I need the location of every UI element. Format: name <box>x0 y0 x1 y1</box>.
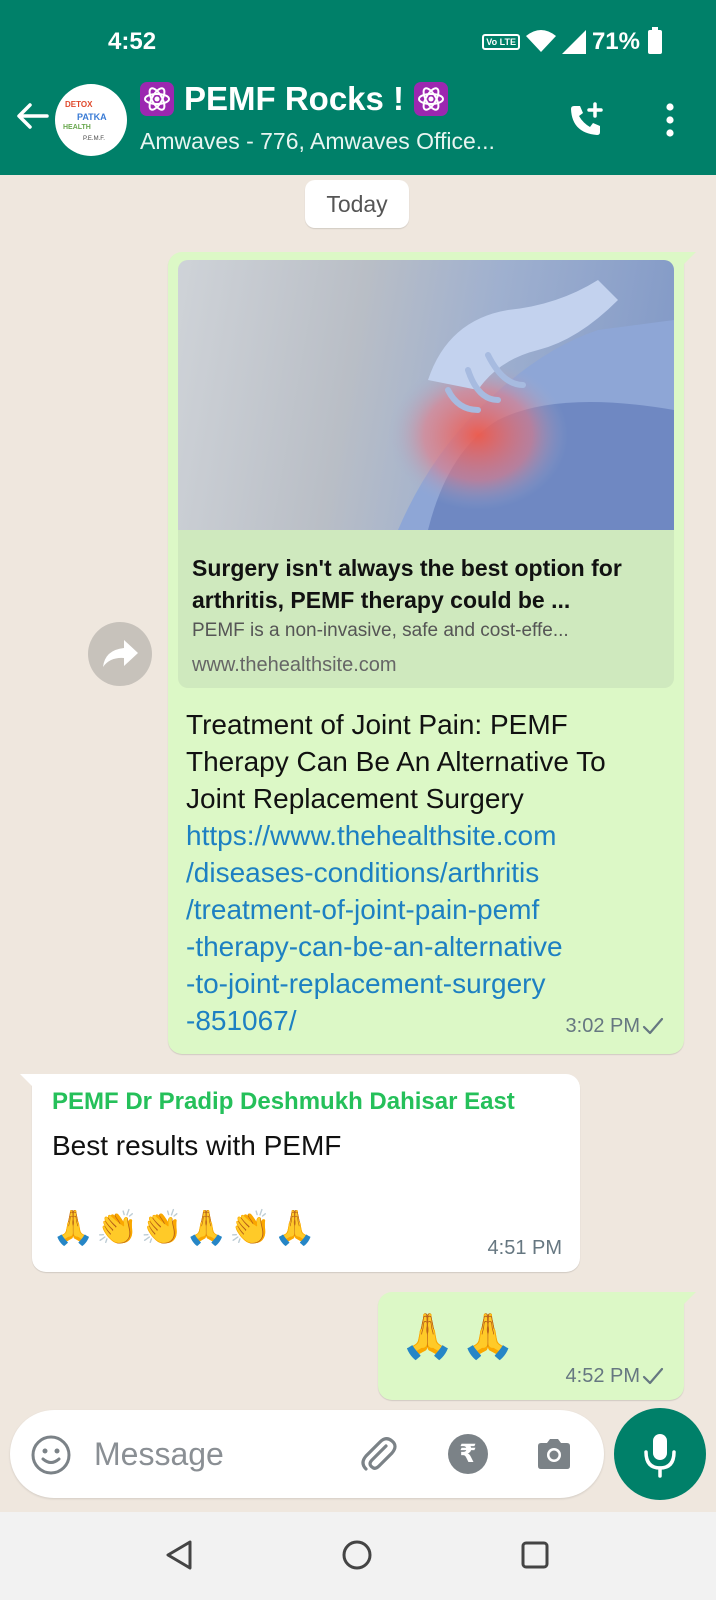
more-options-icon[interactable] <box>660 100 680 140</box>
chat-title[interactable]: PEMF Rocks ! <box>140 80 449 118</box>
status-bar: 4:52 Vo LTE 71% <box>0 24 716 60</box>
status-icons: Vo LTE 71% <box>482 27 662 56</box>
message-text: Treatment of Joint Pain: PEMF Therapy Ca… <box>186 709 606 814</box>
message-input[interactable] <box>94 1428 334 1480</box>
message-bubble-outgoing[interactable]: 🙏🙏 4:52 PM <box>378 1292 696 1400</box>
nav-home-icon[interactable] <box>340 1538 374 1572</box>
atom-symbol-icon <box>414 82 449 116</box>
bubble-tail <box>20 1074 34 1088</box>
volte-icon: Vo LTE <box>482 34 520 50</box>
avatar-word: HEALTH <box>63 124 91 131</box>
message-time: 3:02 PM <box>565 1015 640 1037</box>
preview-domain: www.thehealthsite.com <box>192 654 397 676</box>
preview-title: Surgery isn't always the best option for… <box>192 555 622 613</box>
chat-title-text: PEMF Rocks ! <box>184 80 405 117</box>
avatar-word: P.E.M.F. <box>83 136 105 142</box>
message-emoji: 🙏🙏 <box>400 1312 522 1361</box>
back-arrow-icon[interactable] <box>14 98 50 134</box>
bubble-tail <box>682 252 696 266</box>
forward-icon <box>103 640 138 667</box>
message-composer: ₹ <box>10 1410 604 1498</box>
signal-icon <box>561 30 586 54</box>
chat-subtitle[interactable]: Amwaves - 776, Amwaves Office... <box>140 128 495 155</box>
voice-record-button[interactable] <box>614 1408 706 1500</box>
attach-icon[interactable] <box>356 1432 400 1476</box>
system-navigation-bar <box>0 1512 716 1600</box>
battery-icon <box>648 27 662 54</box>
sender-name[interactable]: PEMF Dr Pradip Deshmukh Dahisar East <box>52 1088 515 1116</box>
link-preview[interactable]: Surgery isn't always the best option for… <box>178 260 674 688</box>
message-emoji: 🙏👏👏🙏👏🙏 <box>52 1209 319 1247</box>
add-call-icon[interactable] <box>566 100 606 140</box>
camera-icon[interactable] <box>534 1434 574 1474</box>
battery-percent: 71% <box>591 28 640 55</box>
sent-tick-icon <box>642 1017 664 1035</box>
preview-image <box>178 260 674 530</box>
message-link[interactable]: https://www.thehealthsite.com /diseases-… <box>186 817 656 1039</box>
avatar-word: DETOX <box>65 100 93 109</box>
chat-header: 4:52 Vo LTE 71% DETOX PATKA HEALTH P.E.M… <box>0 0 716 175</box>
date-chip: Today <box>305 180 409 228</box>
rupee-payment-icon[interactable]: ₹ <box>448 1434 488 1474</box>
message-time: 4:52 PM <box>565 1365 640 1387</box>
nav-back-icon[interactable] <box>162 1538 196 1572</box>
sent-tick-icon <box>642 1367 664 1385</box>
emoji-icon[interactable] <box>30 1434 72 1476</box>
wifi-icon <box>525 30 556 52</box>
bubble-tail <box>682 1292 696 1306</box>
message-text: Best results with PEMF <box>52 1130 342 1161</box>
status-time: 4:52 <box>108 28 157 55</box>
message-bubble-outgoing[interactable]: Surgery isn't always the best option for… <box>168 252 696 1054</box>
group-avatar[interactable]: DETOX PATKA HEALTH P.E.M.F. <box>55 84 127 156</box>
nav-recents-icon[interactable] <box>520 1540 550 1570</box>
message-time: 4:51 PM <box>487 1237 562 1259</box>
avatar-word: PATKA <box>77 112 107 122</box>
forward-button[interactable] <box>88 622 152 686</box>
atom-symbol-icon <box>140 82 174 116</box>
message-bubble-incoming[interactable]: PEMF Dr Pradip Deshmukh Dahisar East Bes… <box>20 1074 580 1272</box>
preview-description: PEMF is a non-invasive, safe and cost-ef… <box>192 620 569 641</box>
microphone-icon <box>644 1434 676 1478</box>
